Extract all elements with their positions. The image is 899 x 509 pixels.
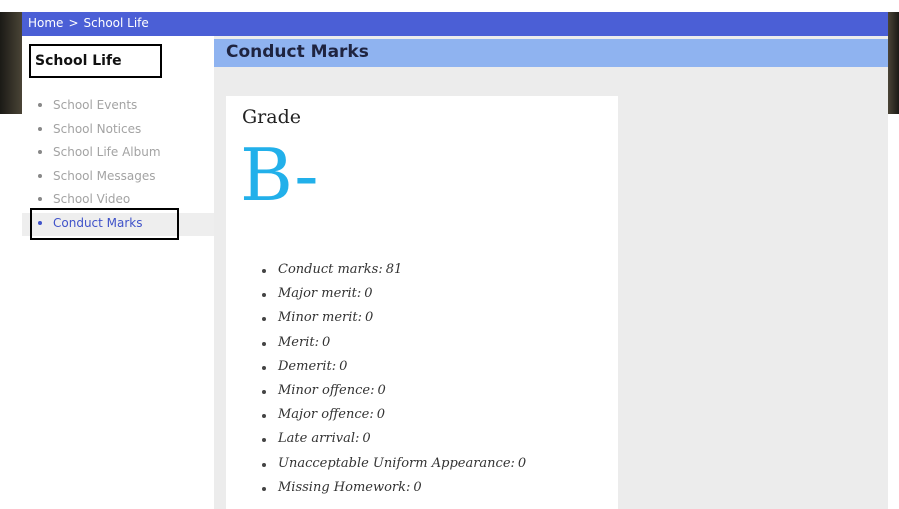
bullet-icon [262,414,266,419]
background-photo-left [0,12,22,114]
bullet-icon [38,197,42,201]
stat-key: Minor offence [278,382,371,398]
stat-key: Late arrival [278,431,356,447]
bullet-icon [38,126,42,131]
bullet-icon [262,269,266,273]
sidebar-item-label[interactable]: School Messages [53,169,156,183]
sidebar: School Life School Events School Notices… [22,36,214,509]
stat-key: Major offence [278,407,370,423]
bullet-icon [262,438,266,443]
breadcrumb-separator: > [68,16,79,30]
stat-key: Unacceptable Uniform Appearance [278,455,511,471]
sidebar-item-school-messages[interactable]: School Messages [22,166,214,190]
stat-value: 0 [376,407,386,423]
page-frame: Home > School Life School Life School Ev… [22,12,888,509]
stat-key: Conduct marks [278,262,379,277]
stat-value: 0 [365,310,374,326]
bullet-icon [38,173,42,178]
content-header: Conduct Marks [214,39,888,67]
bullet-icon [262,365,266,370]
stat-value: 0 [517,455,527,471]
sidebar-item-label[interactable]: School Video [53,192,130,206]
breadcrumb-home-link[interactable]: Home [28,16,63,30]
stat-value: 0 [322,334,331,350]
sidebar-item-school-notices[interactable]: School Notices [22,119,214,143]
bullet-icon [38,103,42,107]
page-title: Conduct Marks [226,42,369,62]
bullet-icon [38,150,42,154]
sidebar-item-school-life-album[interactable]: School Life Album [22,142,214,166]
bullet-icon [262,317,266,322]
stat-value: 81 [385,262,403,277]
sidebar-item-label[interactable]: School Notices [53,122,141,136]
active-item-highlight-box [30,208,179,240]
sidebar-title: School Life [35,53,122,69]
stat-key: Major merit [278,286,357,302]
bullet-icon [262,486,266,491]
stat-value: 0 [339,358,348,374]
conduct-card: Grade B- Conduct marks: 81 Major merit: 0 … [226,96,618,509]
top-nav-bar: Home > School Life [22,12,888,36]
stat-value: 0 [377,382,386,398]
stat-key: Minor merit [278,310,358,326]
stat-value: 0 [413,479,422,495]
stat-key: Merit [278,334,315,350]
grade-heading: Grade [242,106,301,128]
sidebar-item-school-events[interactable]: School Events [22,95,214,119]
background-photo-right [888,12,899,114]
breadcrumb-current[interactable]: School Life [84,16,149,30]
stat-value: 0 [364,286,373,302]
stat-value: 0 [362,431,371,447]
grade-value: B- [240,133,319,217]
bullet-icon [262,462,266,467]
sidebar-item-label[interactable]: School Events [53,98,137,112]
bullet-icon [262,389,266,394]
bullet-icon [262,341,266,346]
sidebar-item-label[interactable]: School Life Album [53,145,161,159]
breadcrumb: Home > School Life [28,16,149,30]
bullet-icon [262,293,266,298]
sidebar-title-box: School Life [29,44,162,78]
stat-key: Missing Homework [278,479,407,495]
stat-key: Demerit [278,358,332,374]
